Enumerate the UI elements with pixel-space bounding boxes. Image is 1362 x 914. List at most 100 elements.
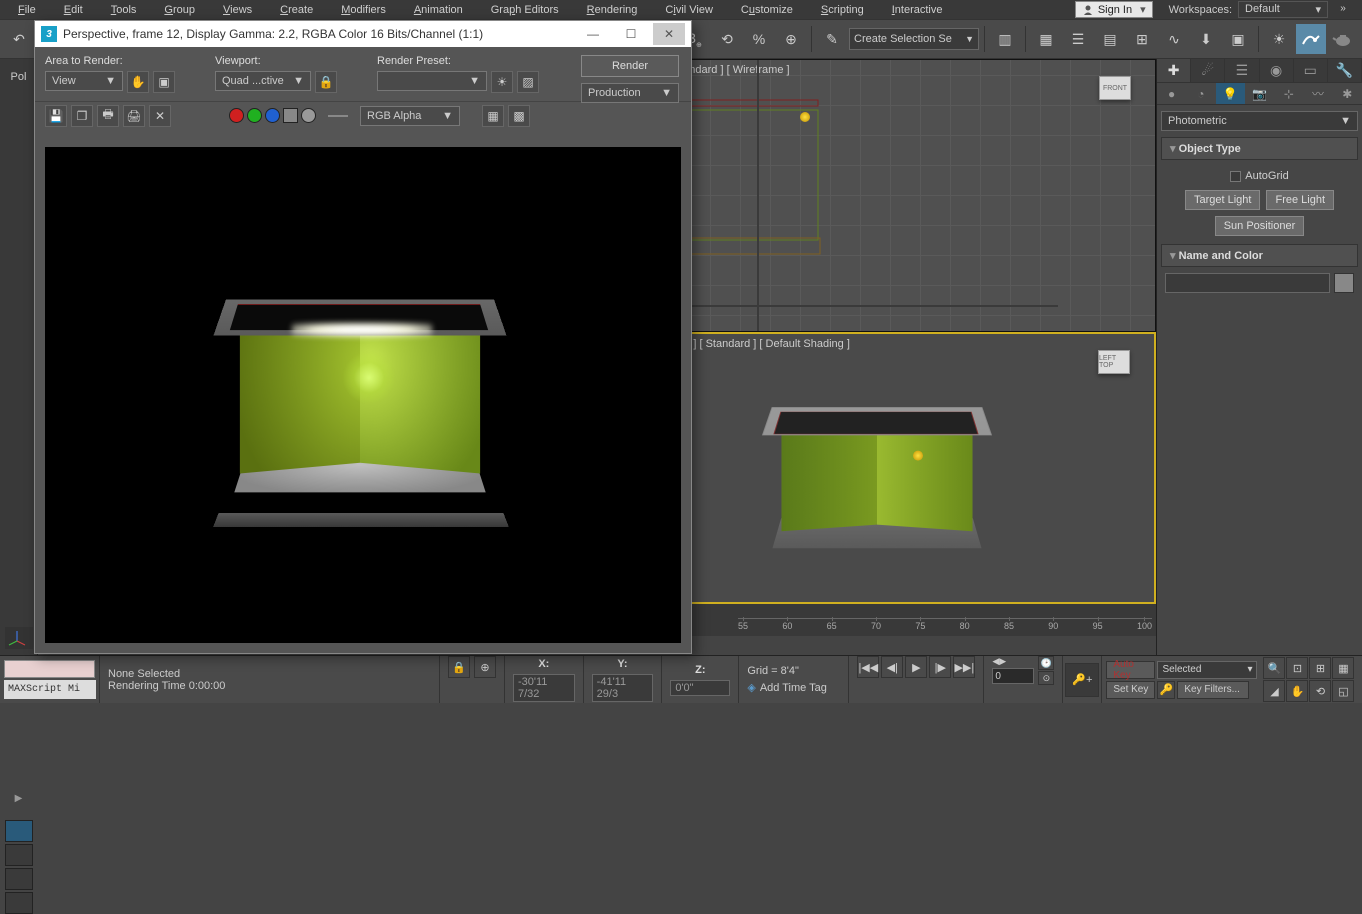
current-frame-input[interactable]: [992, 668, 1034, 684]
object-type-rollout-header[interactable]: Object Type: [1161, 137, 1358, 160]
rendered-image-viewport[interactable]: [45, 147, 681, 643]
selection-set-dropdown[interactable]: Create Selection Se ▼: [849, 28, 979, 50]
free-light-button[interactable]: Free Light: [1266, 190, 1334, 210]
render-window-titlebar[interactable]: 3 Perspective, frame 12, Display Gamma: …: [35, 21, 691, 47]
play-button[interactable]: ▶: [905, 656, 927, 678]
cameras-subtab[interactable]: 📷: [1245, 83, 1274, 104]
goto-end-button[interactable]: ▶▶|: [953, 656, 975, 678]
next-frame-button[interactable]: |▶: [929, 656, 951, 678]
render-setup-shortcut-button[interactable]: ☀: [491, 71, 513, 93]
production-dropdown[interactable]: Production▼: [581, 83, 679, 103]
zoom-button[interactable]: 🔍: [1263, 657, 1285, 679]
prev-frame-button[interactable]: ◀|: [881, 656, 903, 678]
key-mode-button[interactable]: ⊙: [1038, 671, 1054, 685]
utilities-tab[interactable]: 🔧: [1328, 59, 1362, 82]
zoom-extents-all-button[interactable]: ▦: [1332, 657, 1354, 679]
key-filters-button[interactable]: Key Filters...: [1177, 681, 1249, 699]
pan-button[interactable]: ✋: [1286, 680, 1308, 702]
environment-shortcut-button[interactable]: ▨: [517, 71, 539, 93]
max-toggle-button[interactable]: ◱: [1332, 680, 1354, 702]
sun-positioner-button[interactable]: Sun Positioner: [1215, 216, 1305, 236]
maximize-button[interactable]: ☐: [615, 23, 647, 45]
menu-create[interactable]: Create: [266, 2, 327, 18]
modify-tab[interactable]: ☄: [1191, 59, 1225, 82]
menu-modifiers[interactable]: Modifiers: [327, 2, 400, 18]
time-config-button[interactable]: 🕑: [1038, 656, 1054, 670]
spacewarps-subtab[interactable]: 〰: [1303, 83, 1332, 104]
menu-customize[interactable]: Customize: [727, 2, 807, 18]
render-production-button[interactable]: [1296, 24, 1326, 54]
minimize-button[interactable]: —: [577, 23, 609, 45]
menu-tools[interactable]: Tools: [97, 2, 151, 18]
mirror-tool-button[interactable]: ▥: [990, 24, 1020, 54]
render-preset-dropdown[interactable]: ▼: [377, 71, 487, 91]
lights-subtab[interactable]: 💡: [1216, 83, 1245, 104]
clone-image-button[interactable]: 🖶: [97, 105, 119, 127]
set-key-button[interactable]: Set Key: [1106, 681, 1155, 699]
display-tab[interactable]: ▭: [1294, 59, 1328, 82]
schematic-view-button[interactable]: ∿: [1159, 24, 1189, 54]
systems-subtab[interactable]: ✱: [1333, 83, 1362, 104]
timeline-scroll-icon[interactable]: ◀▶: [992, 656, 1034, 667]
key-filters-icon-button[interactable]: 🔑: [1157, 681, 1175, 699]
align-tool-button[interactable]: ▦: [1031, 24, 1061, 54]
viewcube[interactable]: LEFT TOP: [1084, 344, 1144, 384]
autogrid-checkbox[interactable]: AutoGrid: [1165, 168, 1354, 184]
maxscript-mini-listener[interactable]: MAXScript Mi: [4, 680, 96, 699]
viewport-select-dropdown[interactable]: Quad ...ctive▼: [215, 71, 311, 91]
target-light-button[interactable]: Target Light: [1185, 190, 1260, 210]
toggle-ribbon-button[interactable]: ▤: [1095, 24, 1125, 54]
percent-snap-button[interactable]: %: [744, 24, 774, 54]
viewcube-face-label[interactable]: LEFT TOP: [1098, 350, 1130, 374]
helpers-subtab[interactable]: ⊹: [1274, 83, 1303, 104]
undo-button[interactable]: ↶: [4, 24, 34, 54]
layer-explorer-button[interactable]: ☰: [1063, 24, 1093, 54]
channel-green-button[interactable]: [247, 108, 262, 123]
print-image-button[interactable]: 🖨: [123, 105, 145, 127]
script-listener-strip[interactable]: [4, 660, 95, 678]
viewport-lock-button[interactable]: 🔒: [315, 71, 337, 93]
expand-button[interactable]: ▶: [0, 793, 37, 804]
viewport-option-button-3[interactable]: [5, 892, 33, 914]
channel-blue-button[interactable]: [265, 108, 280, 123]
close-button[interactable]: ✕: [653, 23, 685, 45]
viewport-option-button-2[interactable]: [5, 868, 33, 890]
motion-tab[interactable]: ◉: [1260, 59, 1294, 82]
toggle-vfb-button[interactable]: ▩: [508, 105, 530, 127]
viewport-layout-button[interactable]: [5, 820, 33, 842]
goto-start-button[interactable]: |◀◀: [857, 656, 879, 678]
region-auto-button[interactable]: ▣: [153, 71, 175, 93]
x-coord-value[interactable]: -30'11 7/32: [513, 674, 575, 702]
channel-alpha-button[interactable]: [283, 108, 298, 123]
render-frame-button[interactable]: ☀: [1264, 24, 1294, 54]
menu-interactive[interactable]: Interactive: [878, 2, 957, 18]
region-edit-button[interactable]: ✋: [127, 71, 149, 93]
help-expand-icon[interactable]: »: [1334, 3, 1352, 17]
area-to-render-dropdown[interactable]: View▼: [45, 71, 123, 91]
shapes-subtab[interactable]: ◔: [1186, 83, 1215, 104]
key-target-dropdown[interactable]: Selected▾: [1157, 661, 1257, 679]
geometry-subtab[interactable]: ●: [1157, 83, 1186, 104]
light-category-dropdown[interactable]: Photometric ▼: [1161, 111, 1358, 131]
hierarchy-tab[interactable]: ☰: [1225, 59, 1259, 82]
fov-button[interactable]: ◢: [1263, 680, 1285, 702]
object-color-swatch[interactable]: [1334, 273, 1354, 293]
channel-display-dropdown[interactable]: RGB Alpha▼: [360, 106, 460, 126]
material-editor-button[interactable]: ⬇: [1191, 24, 1221, 54]
angle-snap-button[interactable]: ⟲: [712, 24, 742, 54]
render-setup-button[interactable]: ▣: [1223, 24, 1253, 54]
light-gizmo-icon[interactable]: [913, 450, 923, 460]
channel-red-button[interactable]: [229, 108, 244, 123]
menu-civil-view[interactable]: Civil View: [651, 2, 727, 18]
object-name-input[interactable]: [1165, 273, 1330, 293]
menu-graph-editors[interactable]: Graph Editors: [477, 2, 573, 18]
zoom-all-button[interactable]: ⊡: [1286, 657, 1308, 679]
light-gizmo-icon[interactable]: [800, 112, 810, 122]
zoom-extents-button[interactable]: ⊞: [1309, 657, 1331, 679]
menu-group[interactable]: Group: [150, 2, 209, 18]
clear-image-button[interactable]: ✕: [149, 105, 171, 127]
workspaces-dropdown[interactable]: Default ▾: [1238, 1, 1328, 18]
toggle-overlay-button[interactable]: ▦: [482, 105, 504, 127]
set-key-big-button[interactable]: 🔑+: [1065, 663, 1099, 697]
named-sel-edit-button[interactable]: ✎: [817, 24, 847, 54]
